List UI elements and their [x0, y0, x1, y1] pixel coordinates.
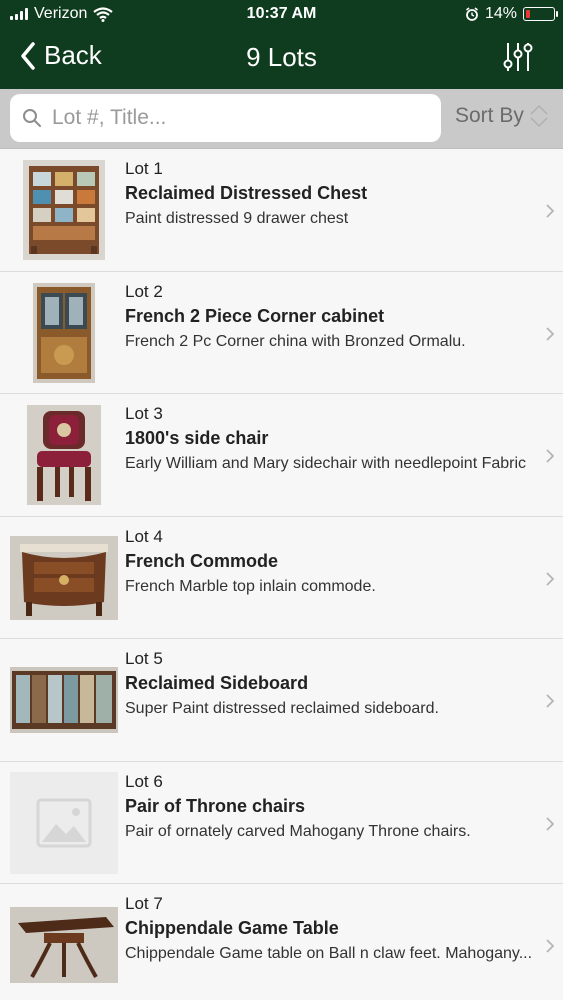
lot-number: Lot 3 — [125, 404, 163, 423]
lot-text: Lot 7 Chippendale Game Table Chippendale… — [125, 894, 535, 963]
lot-thumbnail — [10, 404, 118, 506]
lot-row[interactable]: Lot 4 French Commode French Marble top i… — [0, 516, 563, 639]
sliders-icon[interactable] — [501, 40, 535, 74]
placeholder-image-icon — [36, 798, 92, 847]
lot-title: Chippendale Game Table — [125, 918, 339, 938]
lot-row[interactable]: Lot 2 French 2 Piece Corner cabinet Fren… — [0, 271, 563, 394]
corner-cabinet-photo — [33, 282, 95, 383]
chevron-right-icon — [546, 694, 555, 708]
search-input[interactable] — [52, 106, 412, 130]
chevron-right-icon — [546, 816, 555, 831]
lot-thumbnail — [10, 527, 118, 629]
sort-by-label: Sort By — [455, 104, 524, 127]
lot-row[interactable]: Lot 5 Reclaimed Sideboard Super Paint di… — [0, 639, 563, 762]
status-bar: Verizon 10:37 AM 14% — [0, 0, 563, 30]
lot-number: Lot 5 — [125, 649, 163, 668]
lot-thumbnail — [10, 282, 118, 384]
lot-number: Lot 4 — [125, 526, 163, 546]
lot-description: Super Paint distressed reclaimed sideboa… — [125, 700, 439, 717]
alarm-icon — [465, 7, 478, 21]
lot-row[interactable]: Lot 3 1800's side chair Early William an… — [0, 394, 563, 517]
chevron-right-icon — [546, 326, 555, 341]
lot-title: French Commode — [125, 550, 279, 571]
lot-text: Lot 2 French 2 Piece Corner cabinet Fren… — [125, 282, 535, 351]
search-box[interactable] — [10, 94, 441, 142]
lot-thumbnail — [10, 894, 118, 996]
lot-text: Lot 5 Reclaimed Sideboard Super Paint di… — [125, 649, 535, 718]
lot-description: Pair of ornately carved Mahogany Throne … — [125, 822, 471, 840]
search-icon — [23, 109, 41, 127]
app-header: Verizon 10:37 AM 14% Back 9 Lots — [0, 0, 563, 89]
lot-description: Early William and Mary sidechair with ne… — [125, 455, 527, 472]
lot-title: French 2 Piece Corner cabinet — [125, 305, 385, 326]
lot-thumbnail — [10, 649, 118, 751]
lot-description: Paint distressed 9 drawer chest — [125, 210, 349, 227]
lot-description: French Marble top inlain commode. — [125, 577, 376, 595]
chevron-right-icon — [546, 204, 555, 218]
lot-thumbnail — [10, 771, 118, 874]
chevron-right-icon — [546, 571, 555, 586]
side-chair-photo — [27, 405, 101, 505]
sideboard-photo — [10, 667, 118, 733]
nav-bar: Back 9 Lots — [0, 30, 563, 89]
lot-title: 1800's side chair — [125, 428, 269, 448]
chest-photo — [23, 160, 105, 260]
battery-percent: 14% — [484, 5, 517, 22]
lot-thumbnail — [10, 159, 118, 261]
lot-number: Lot 7 — [125, 894, 163, 913]
lot-title: Reclaimed Sideboard — [125, 673, 309, 693]
lot-title: Reclaimed Distressed Chest — [125, 183, 368, 203]
lot-text: Lot 4 French Commode French Marble top i… — [125, 527, 535, 596]
lot-list: Lot 1 Reclaimed Distressed Chest Paint d… — [0, 149, 563, 1000]
status-right: 14% — [465, 5, 558, 23]
lot-row[interactable]: Lot 1 Reclaimed Distressed Chest Paint d… — [0, 149, 563, 272]
lot-number: Lot 2 — [125, 281, 163, 301]
lot-text: Lot 3 1800's side chair Early William an… — [125, 404, 535, 473]
lot-title: Pair of Throne chairs — [125, 795, 306, 816]
chevron-right-icon — [546, 939, 555, 953]
lot-number: Lot 6 — [125, 771, 163, 791]
sort-arrows-icon — [530, 104, 548, 128]
lot-description: Chippendale Game table on Ball n claw fe… — [125, 945, 533, 962]
lot-number: Lot 1 — [125, 159, 163, 178]
battery-icon — [523, 7, 558, 21]
lot-text: Lot 6 Pair of Throne chairs Pair of orna… — [125, 772, 535, 841]
lot-row[interactable]: Lot 6 Pair of Throne chairs Pair of orna… — [0, 761, 563, 884]
commode-photo — [10, 535, 118, 620]
lot-text: Lot 1 Reclaimed Distressed Chest Paint d… — [125, 159, 535, 228]
game-table-photo — [10, 907, 118, 983]
lot-description: French 2 Pc Corner china with Bronzed Or… — [125, 332, 466, 350]
sort-by-button[interactable]: Sort By — [455, 103, 550, 129]
page-title: 9 Lots — [246, 42, 317, 72]
chevron-right-icon — [546, 449, 555, 463]
lot-row[interactable]: Lot 7 Chippendale Game Table Chippendale… — [0, 884, 563, 1000]
search-bar: Sort By — [0, 89, 563, 149]
